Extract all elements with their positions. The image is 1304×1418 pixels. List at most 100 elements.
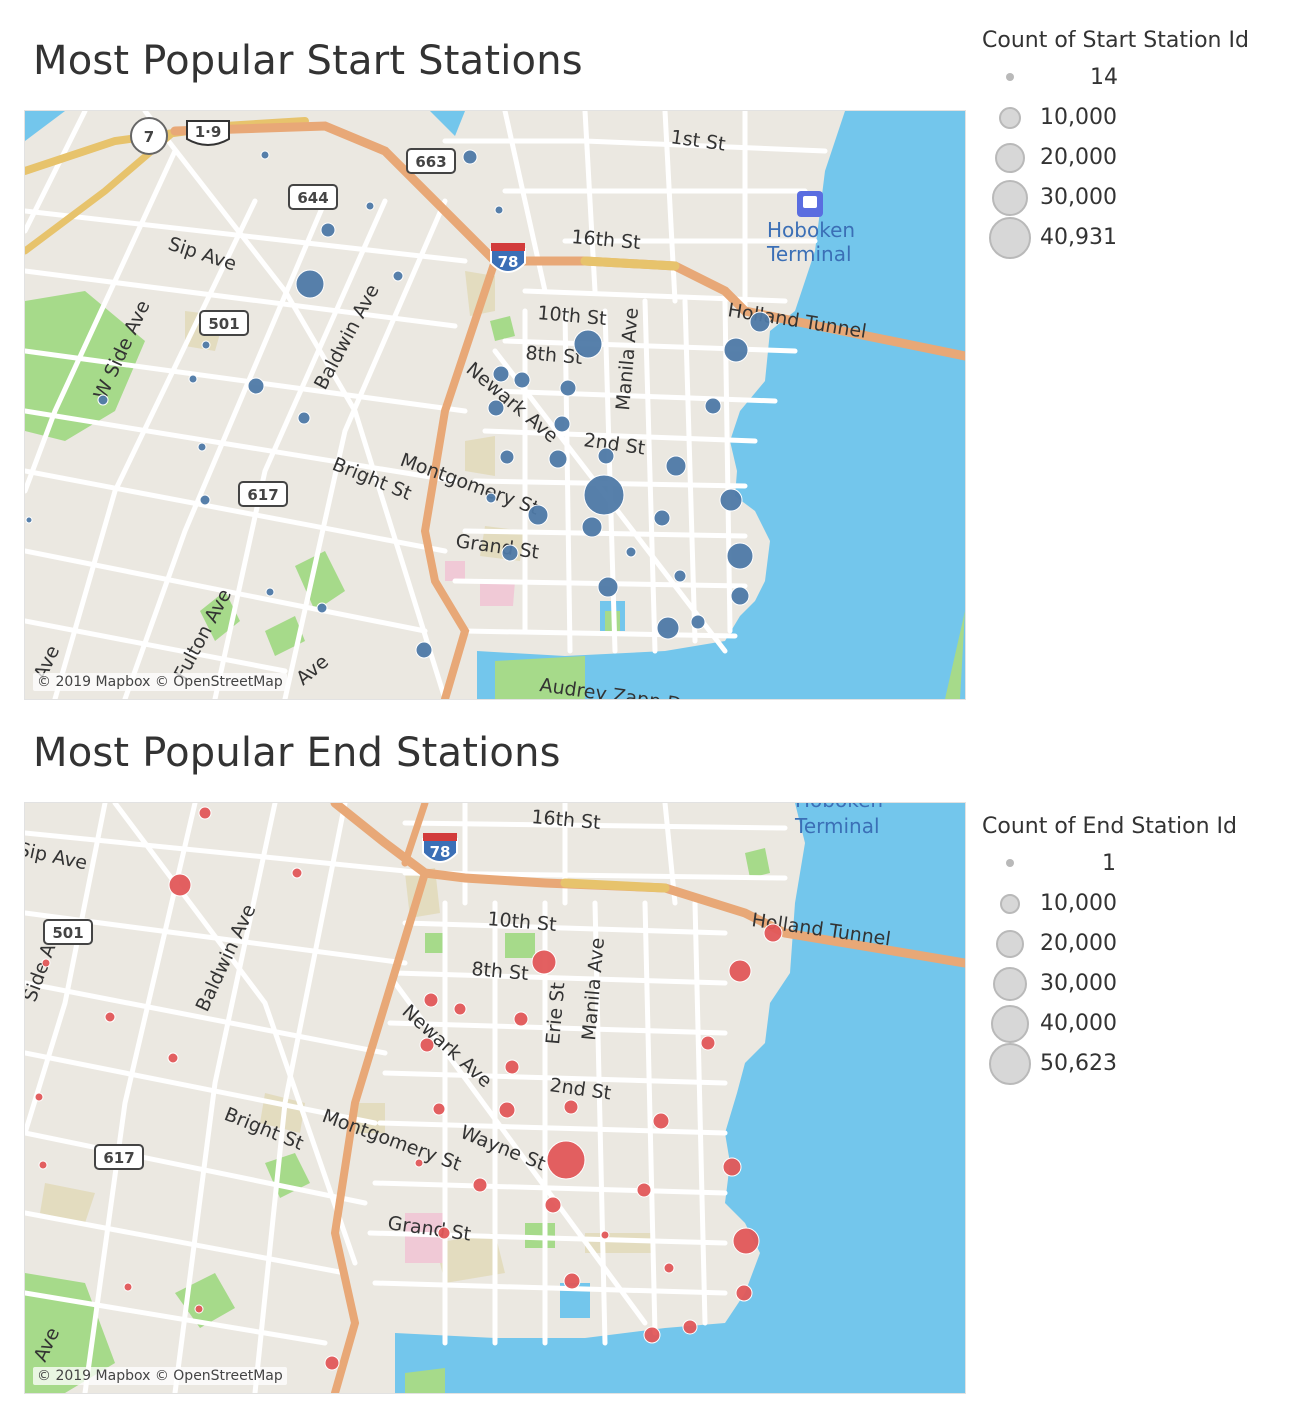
start-station-marker[interactable] (316, 602, 328, 614)
map-attribution[interactable]: © 2019 Mapbox © OpenStreetMap (33, 673, 287, 691)
start-station-marker[interactable] (690, 614, 706, 630)
start-station-marker[interactable] (487, 399, 505, 417)
end-station-marker[interactable] (722, 1157, 742, 1177)
start-station-marker[interactable] (665, 455, 687, 477)
start-station-marker[interactable] (97, 394, 109, 406)
end-station-marker[interactable] (600, 1230, 610, 1240)
start-station-marker[interactable] (188, 374, 198, 384)
start-station-marker[interactable] (392, 270, 404, 282)
end-station-marker[interactable] (167, 1052, 179, 1064)
end-station-marker[interactable] (432, 1102, 446, 1116)
end-station-marker[interactable] (735, 1284, 753, 1302)
start-station-marker[interactable] (513, 371, 531, 389)
start-station-marker[interactable] (199, 494, 211, 506)
start-station-marker[interactable] (265, 587, 275, 597)
start-station-marker[interactable] (726, 542, 754, 570)
end-station-marker[interactable] (41, 958, 51, 968)
shield-617: 617 (94, 1144, 144, 1170)
start-station-marker[interactable] (295, 269, 325, 299)
start-station-marker[interactable] (494, 205, 504, 215)
start-station-marker[interactable] (583, 474, 625, 516)
end-stations-map[interactable]: 16th St Sip Ave 10th St 8th St Baldwin A… (24, 802, 966, 1394)
end-station-marker[interactable] (544, 1196, 562, 1214)
start-legend-title: Count of Start Station Id (982, 28, 1249, 53)
end-station-marker[interactable] (419, 1037, 435, 1053)
end-station-marker[interactable] (38, 1160, 48, 1170)
end-station-marker[interactable] (168, 873, 192, 897)
svg-text:78: 78 (498, 253, 519, 271)
start-station-marker[interactable] (527, 504, 549, 526)
end-station-marker[interactable] (472, 1177, 488, 1193)
end-legend: Count of End Station Id 1 10,000 20,000 … (982, 814, 1282, 1085)
map-attribution[interactable]: © 2019 Mapbox © OpenStreetMap (33, 1367, 287, 1385)
label-1st-st: 1st St (669, 126, 727, 155)
start-station-marker[interactable] (749, 311, 771, 333)
start-station-marker[interactable] (625, 546, 637, 558)
end-station-marker[interactable] (123, 1282, 133, 1292)
end-station-marker[interactable] (563, 1099, 579, 1115)
start-station-marker[interactable] (415, 641, 433, 659)
end-station-marker[interactable] (34, 1092, 44, 1102)
start-station-marker[interactable] (673, 569, 687, 583)
start-station-marker[interactable] (501, 544, 519, 562)
end-station-marker[interactable] (453, 1002, 467, 1016)
end-station-marker[interactable] (763, 923, 783, 943)
start-station-marker[interactable] (704, 397, 722, 415)
start-stations-map[interactable]: 1st St 16th St Sip Ave 10th St 8th St Ba… (24, 110, 966, 700)
end-station-marker[interactable] (104, 1011, 116, 1023)
end-station-marker[interactable] (732, 1227, 760, 1255)
start-station-marker[interactable] (559, 379, 577, 397)
end-station-marker[interactable] (423, 992, 439, 1008)
svg-text:617: 617 (247, 486, 278, 504)
start-station-marker[interactable] (197, 442, 207, 452)
start-station-marker[interactable] (719, 488, 743, 512)
end-station-marker[interactable] (652, 1112, 670, 1130)
end-station-marker[interactable] (531, 949, 557, 975)
end-station-marker[interactable] (636, 1182, 652, 1198)
end-station-marker[interactable] (414, 1158, 424, 1168)
start-station-marker[interactable] (730, 586, 750, 606)
end-station-marker[interactable] (504, 1059, 520, 1075)
start-station-marker[interactable] (260, 150, 270, 160)
start-station-marker[interactable] (597, 447, 615, 465)
end-station-marker[interactable] (324, 1355, 340, 1371)
end-station-marker[interactable] (682, 1319, 698, 1335)
end-station-marker[interactable] (194, 1304, 204, 1314)
start-station-marker[interactable] (573, 329, 603, 359)
start-station-marker[interactable] (581, 516, 603, 538)
label-sip-ave: Sip Ave (25, 838, 89, 874)
start-station-marker[interactable] (365, 201, 375, 211)
end-map-canvas[interactable]: 16th St Sip Ave 10th St 8th St Baldwin A… (25, 803, 965, 1393)
end-station-marker[interactable] (700, 1035, 716, 1051)
end-station-marker[interactable] (513, 1011, 529, 1027)
end-station-marker[interactable] (643, 1326, 661, 1344)
start-station-marker[interactable] (653, 509, 671, 527)
start-station-marker[interactable] (492, 365, 510, 383)
end-station-marker[interactable] (498, 1101, 516, 1119)
start-map-canvas[interactable]: 1st St 16th St Sip Ave 10th St 8th St Ba… (25, 111, 965, 699)
start-station-marker[interactable] (297, 411, 311, 425)
start-station-marker[interactable] (553, 415, 571, 433)
end-station-marker[interactable] (437, 1226, 451, 1240)
end-station-marker[interactable] (563, 1272, 581, 1290)
start-station-marker[interactable] (597, 576, 619, 598)
start-station-marker[interactable] (201, 340, 211, 350)
end-station-marker[interactable] (198, 806, 212, 820)
legend-value: 14 (1090, 65, 1118, 90)
end-station-marker[interactable] (728, 959, 752, 983)
start-station-marker[interactable] (723, 337, 749, 363)
end-station-marker[interactable] (546, 1140, 586, 1180)
legend-row: 1 (982, 845, 1282, 885)
end-station-marker[interactable] (291, 867, 303, 879)
start-station-marker[interactable] (462, 149, 478, 165)
legend-row: 10,000 (982, 885, 1282, 925)
start-station-marker[interactable] (548, 449, 568, 469)
start-station-marker[interactable] (485, 492, 497, 504)
start-station-marker[interactable] (320, 222, 336, 238)
start-station-marker[interactable] (499, 449, 515, 465)
start-station-marker[interactable] (656, 616, 680, 640)
svg-text:78: 78 (430, 843, 451, 861)
start-station-marker[interactable] (25, 516, 33, 524)
end-station-marker[interactable] (663, 1262, 675, 1274)
start-station-marker[interactable] (247, 377, 265, 395)
